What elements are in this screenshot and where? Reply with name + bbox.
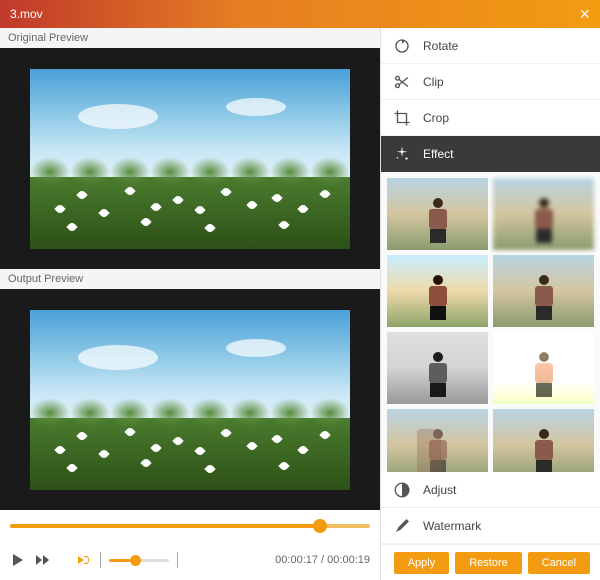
cancel-button[interactable]: Cancel (528, 552, 590, 574)
volume-icon[interactable] (78, 553, 92, 567)
title-bar: 3.mov × (0, 0, 600, 28)
tool-label: Effect (423, 147, 453, 161)
fast-forward-button[interactable] (34, 552, 50, 568)
tool-label: Rotate (423, 39, 458, 53)
preview-panel: Original Preview Output Preview (0, 28, 380, 580)
tools-panel: Rotate Clip Crop Effect Ad (380, 28, 600, 580)
crop-icon (393, 109, 411, 127)
effect-icon (393, 145, 411, 163)
effect-thumbnail[interactable] (493, 409, 594, 472)
main-area: Original Preview Output Preview (0, 28, 600, 580)
effects-grid (381, 172, 600, 472)
effect-thumbnail[interactable] (387, 178, 488, 250)
effect-thumbnail[interactable] (493, 178, 594, 250)
original-preview[interactable] (0, 48, 380, 269)
volume-slider[interactable] (109, 559, 169, 562)
effect-thumbnail[interactable] (387, 255, 488, 327)
effect-thumbnail[interactable] (493, 255, 594, 327)
timeline-handle[interactable] (313, 519, 327, 533)
effect-thumbnail[interactable] (387, 332, 488, 404)
tool-crop[interactable]: Crop (381, 100, 600, 136)
tool-clip[interactable]: Clip (381, 64, 600, 100)
tool-label: Crop (423, 111, 449, 125)
scissors-icon (393, 73, 411, 91)
close-icon[interactable]: × (579, 5, 590, 23)
tool-label: Watermark (423, 519, 481, 533)
timeline[interactable] (0, 510, 380, 540)
adjust-icon (393, 481, 411, 499)
tool-label: Adjust (423, 483, 456, 497)
rotate-icon (393, 37, 411, 55)
effect-thumbnail[interactable] (493, 332, 594, 404)
apply-button[interactable]: Apply (394, 552, 450, 574)
playback-controls: 00:00:17 / 00:00:19 (0, 540, 380, 580)
tool-effect[interactable]: Effect (381, 136, 600, 172)
original-preview-label: Original Preview (0, 28, 380, 48)
current-time: 00:00:17 (275, 554, 318, 566)
brush-icon (393, 517, 411, 535)
tool-watermark[interactable]: Watermark (381, 508, 600, 544)
tool-label: Clip (423, 75, 444, 89)
tool-rotate[interactable]: Rotate (381, 28, 600, 64)
output-preview-label: Output Preview (0, 269, 380, 289)
play-button[interactable] (10, 552, 26, 568)
output-preview[interactable] (0, 289, 380, 510)
time-display: 00:00:17 / 00:00:19 (275, 554, 370, 566)
action-buttons: Apply Restore Cancel (381, 544, 600, 580)
effect-thumbnail[interactable] (387, 409, 488, 472)
tool-adjust[interactable]: Adjust (381, 472, 600, 508)
total-time: 00:00:19 (327, 554, 370, 566)
file-title: 3.mov (10, 7, 43, 21)
restore-button[interactable]: Restore (455, 552, 522, 574)
